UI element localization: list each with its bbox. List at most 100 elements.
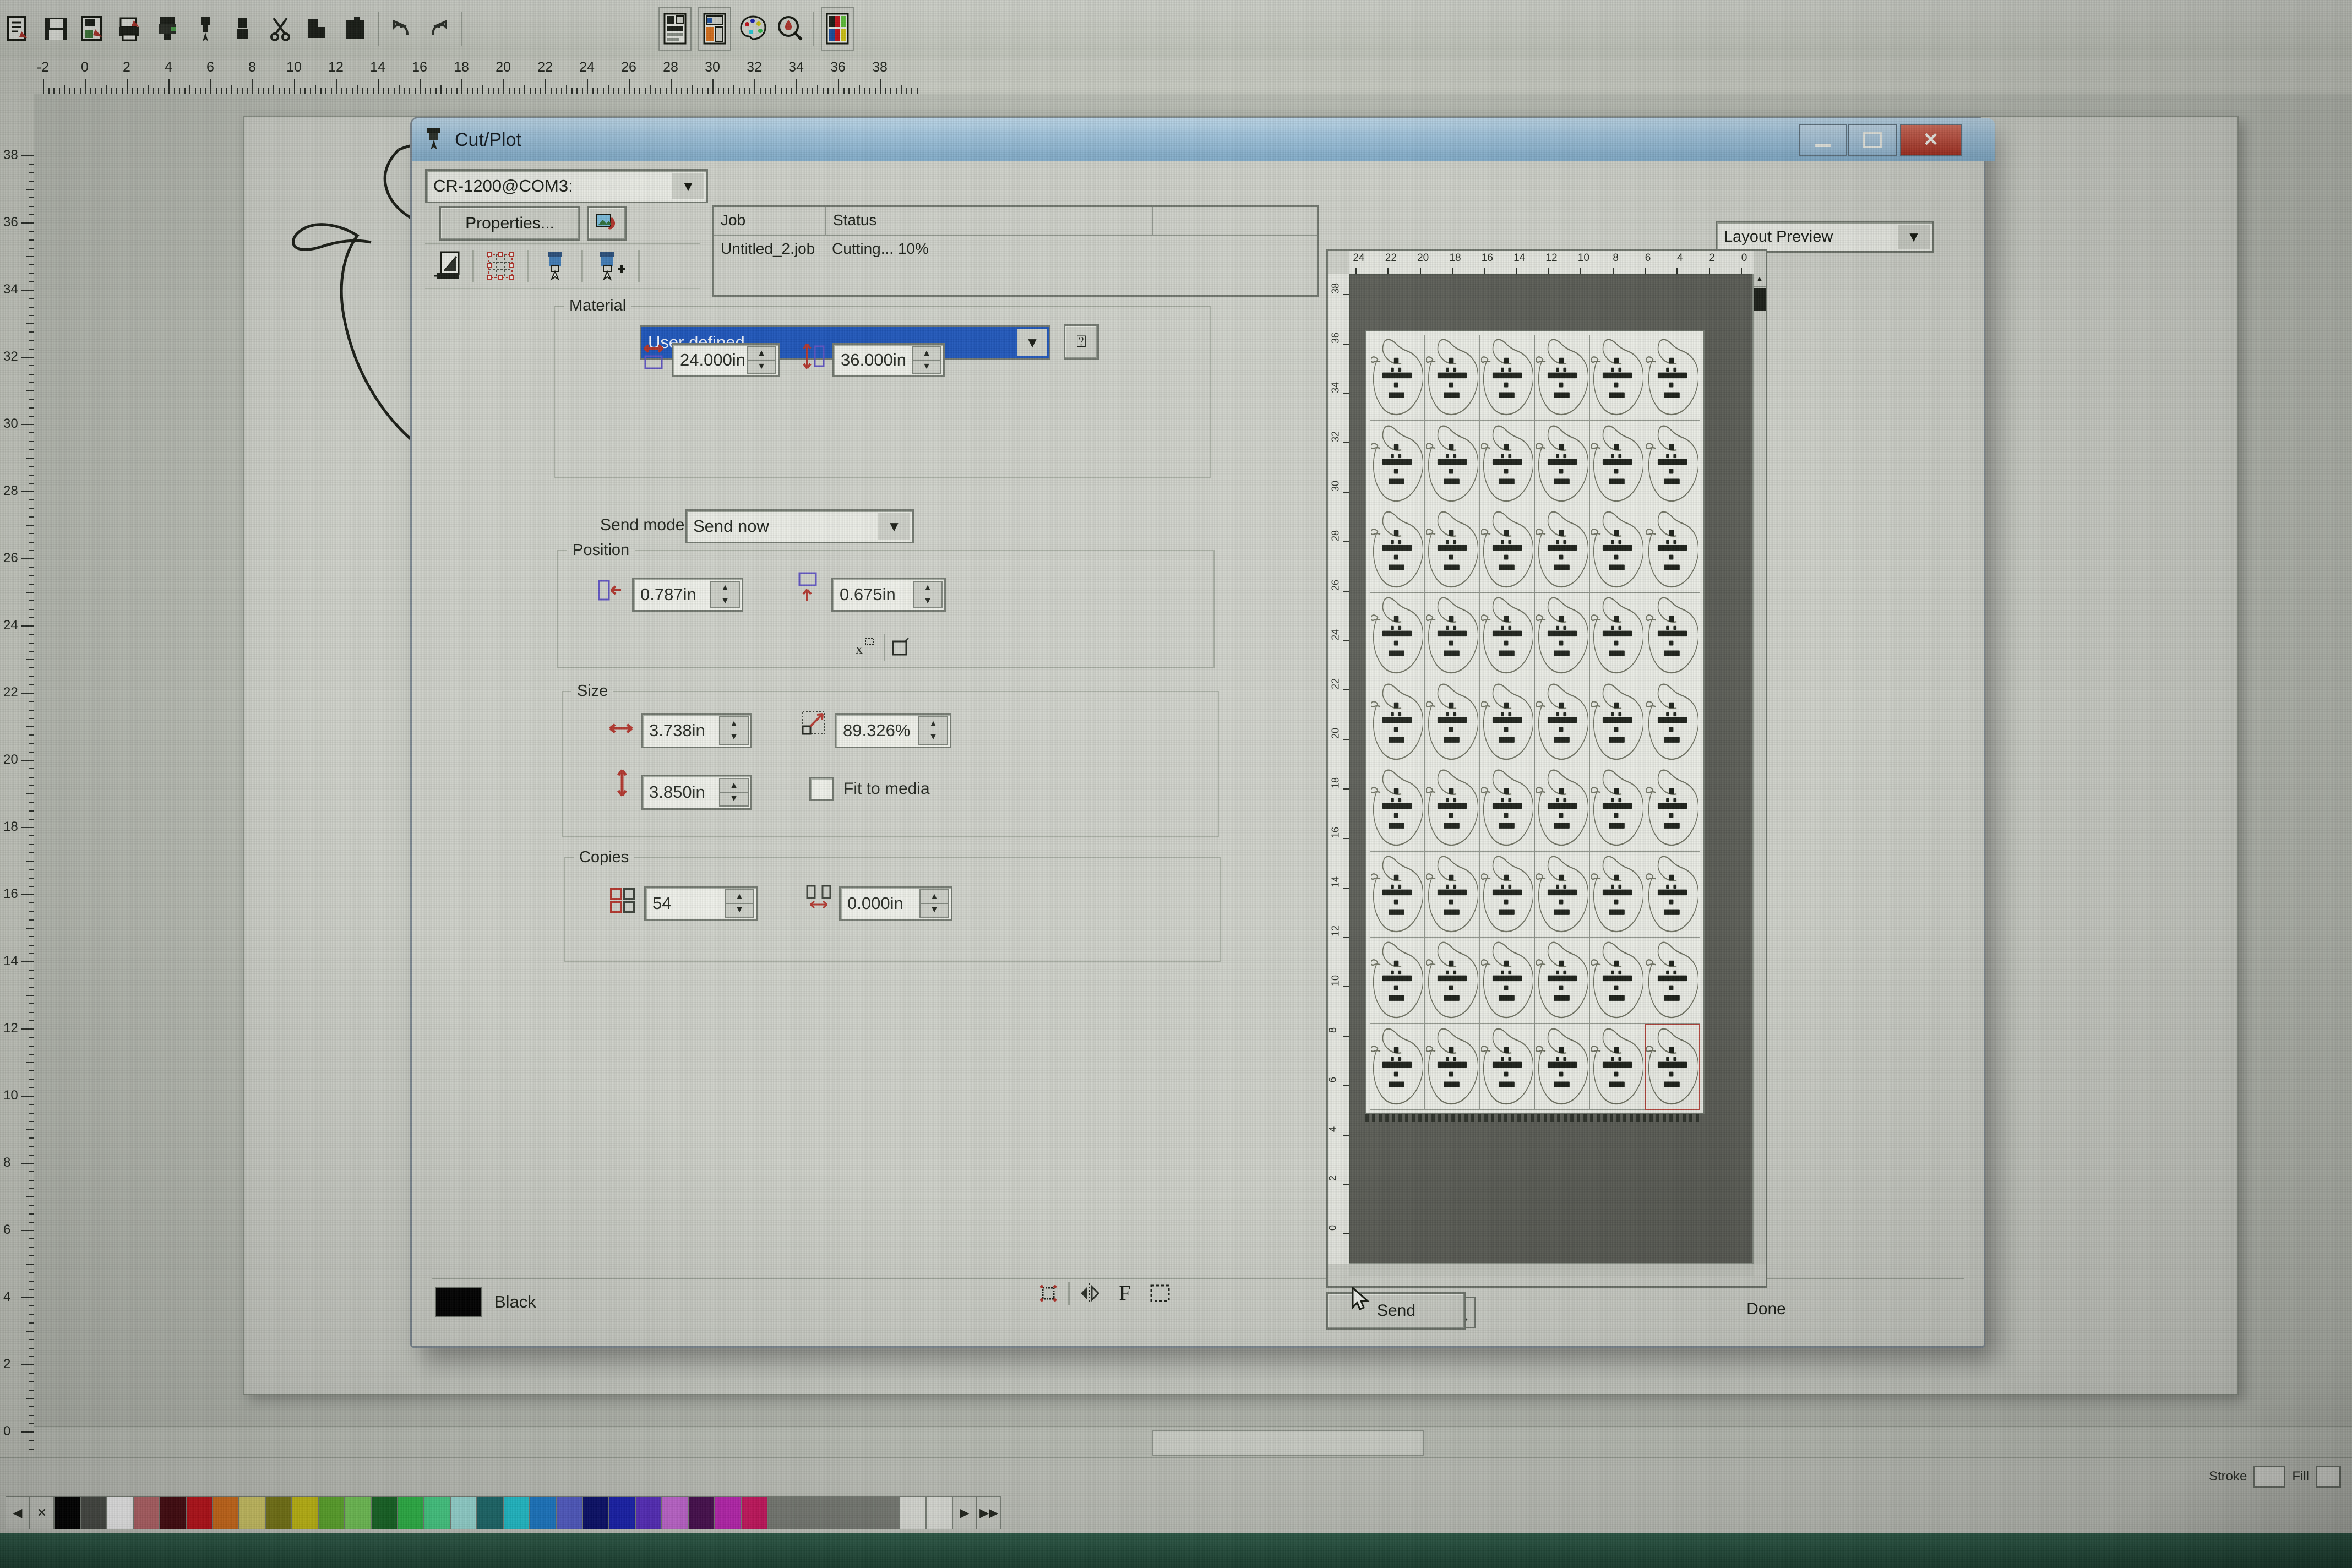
palette-swatch[interactable] <box>662 1496 688 1529</box>
copy-tile[interactable] <box>1645 507 1700 594</box>
palette-swatch[interactable] <box>503 1496 530 1529</box>
align-origin-icon[interactable]: x <box>850 634 881 661</box>
palette-swatch[interactable] <box>160 1496 186 1529</box>
copy-tile[interactable] <box>1480 335 1535 421</box>
copy-tile[interactable] <box>1590 679 1645 766</box>
copy-tile[interactable] <box>1480 765 1535 852</box>
copy-tile[interactable] <box>1425 679 1480 766</box>
new-document-icon[interactable] <box>3 8 34 50</box>
properties-button[interactable]: Properties... <box>439 206 580 241</box>
palette-swatch[interactable] <box>424 1496 450 1529</box>
chevron-down-icon[interactable]: ▼ <box>878 513 910 540</box>
copy-tile[interactable] <box>1645 335 1700 421</box>
copy-tile[interactable] <box>1645 421 1700 507</box>
layout-preview-pane[interactable]: 24 22 20 18 16 14 12 10 8 6 4 2 0 38 36 34 32 30 28 26 24 22… <box>1326 249 1767 1328</box>
palette-swatch[interactable] <box>133 1496 160 1529</box>
device-select[interactable]: CR-1200@COM3: ▼ <box>425 169 708 203</box>
material-height-input[interactable]: 36.000in ▲ ▼ <box>832 343 945 377</box>
size-height-input[interactable]: 3.850in ▲ ▼ <box>641 775 752 810</box>
copy-tile[interactable] <box>1480 679 1535 766</box>
palette-swatch[interactable] <box>80 1496 107 1529</box>
copy-tile[interactable] <box>1590 1023 1645 1110</box>
copy-tile[interactable] <box>1425 1023 1480 1110</box>
copy-tile[interactable] <box>1370 593 1425 679</box>
print-setup-icon[interactable] <box>153 8 184 50</box>
send-mode-select[interactable]: Send now ▼ <box>685 509 914 543</box>
fill-swatch-icon[interactable] <box>2316 1466 2341 1488</box>
palette-swatch[interactable] <box>635 1496 662 1529</box>
material-width-input[interactable]: 24.000in ▲ ▼ <box>672 343 780 377</box>
copy-tile[interactable] <box>1535 765 1590 852</box>
copy-tile[interactable] <box>1645 593 1700 679</box>
palette-swatch[interactable] <box>741 1496 767 1529</box>
done-button[interactable]: Done <box>1698 1292 1834 1326</box>
copy-tile[interactable] <box>1535 593 1590 679</box>
marquee-icon[interactable] <box>1145 1279 1175 1308</box>
paste-icon[interactable] <box>340 8 371 50</box>
copy-spacing-input[interactable]: 0.000in ▲ ▼ <box>839 886 952 921</box>
tab-cut[interactable] <box>529 247 581 285</box>
copy-tile[interactable] <box>1590 851 1645 938</box>
copy-tile[interactable] <box>1370 335 1425 421</box>
nest-icon[interactable] <box>884 634 916 661</box>
palette-swatch[interactable] <box>186 1496 213 1529</box>
copy-tile[interactable] <box>1480 507 1535 594</box>
palette-swatch[interactable] <box>477 1496 503 1529</box>
palette-swatch[interactable] <box>265 1496 292 1529</box>
copy-tile[interactable] <box>1425 938 1480 1024</box>
position-y-stepper[interactable]: ▲ ▼ <box>913 581 943 608</box>
size-height-stepper[interactable]: ▲ ▼ <box>719 778 749 807</box>
undo-icon[interactable] <box>386 8 417 50</box>
layers-icon[interactable] <box>698 7 731 51</box>
copy-tile[interactable] <box>1370 679 1425 766</box>
copy-tile[interactable] <box>1535 679 1590 766</box>
palette-swatch[interactable] <box>450 1496 477 1529</box>
copy-tile[interactable] <box>1425 335 1480 421</box>
copy-tile[interactable] <box>1425 507 1480 594</box>
palette-swatch[interactable] <box>715 1496 741 1529</box>
tab-cut-add[interactable] <box>583 247 638 285</box>
material-help-button[interactable]: ⍰ <box>1064 324 1099 360</box>
palette-swatch[interactable] <box>318 1496 345 1529</box>
palette-swatch[interactable] <box>794 1496 820 1529</box>
copies-count-input[interactable]: 54 ▲ ▼ <box>644 886 758 921</box>
scrollbar-up-icon[interactable]: ▲ <box>1754 274 1766 287</box>
copy-tile[interactable] <box>1370 938 1425 1024</box>
copy-tile[interactable] <box>1370 765 1425 852</box>
scale-stepper[interactable]: ▲ ▼ <box>918 716 948 745</box>
copy-tile[interactable] <box>1645 765 1700 852</box>
material-width-stepper[interactable]: ▲ ▼ <box>747 346 776 374</box>
palette-swatch[interactable] <box>371 1496 398 1529</box>
preview-horizontal-scrollbar[interactable] <box>1349 1263 1754 1276</box>
palette-swatch[interactable] <box>873 1496 900 1529</box>
palette-swatch[interactable] <box>556 1496 582 1529</box>
size-width-stepper[interactable]: ▲ ▼ <box>719 716 749 745</box>
position-x-input[interactable]: 0.787in ▲ ▼ <box>632 578 743 612</box>
scissors-icon[interactable] <box>265 8 296 50</box>
chevron-down-icon[interactable]: ▼ <box>672 173 704 199</box>
copy-tile[interactable] <box>1535 938 1590 1024</box>
preview-canvas[interactable] <box>1350 275 1752 1263</box>
maximize-button[interactable] <box>1848 124 1897 156</box>
close-button[interactable]: ✕ <box>1900 124 1962 156</box>
copy-tile[interactable] <box>1645 679 1700 766</box>
copy-tile[interactable] <box>1370 851 1425 938</box>
copy-tile[interactable] <box>1480 851 1535 938</box>
device-properties-icon-button[interactable] <box>587 206 627 241</box>
fit-to-media-row[interactable]: Fit to media <box>809 777 930 801</box>
job-table[interactable]: Job Status Untitled_2.job Cutting... 10% <box>712 205 1319 297</box>
tab-tiling[interactable] <box>474 247 527 285</box>
palette-swatch[interactable] <box>926 1496 952 1529</box>
copy-tile[interactable] <box>1590 507 1645 594</box>
palette-swatch[interactable] <box>345 1496 371 1529</box>
copy-tile[interactable] <box>1425 851 1480 938</box>
scrollbar-thumb[interactable] <box>1754 288 1766 311</box>
palette-swatch[interactable] <box>213 1496 239 1529</box>
scrollbar-thumb[interactable] <box>1152 1430 1424 1456</box>
palette-next-icon[interactable]: ▶ <box>952 1496 977 1529</box>
chevron-down-icon[interactable]: ▼ <box>1898 225 1930 249</box>
color-palette-icon[interactable] <box>738 8 769 50</box>
material-height-stepper[interactable]: ▲ ▼ <box>912 346 941 374</box>
palette-swatch[interactable] <box>767 1496 794 1529</box>
copy-tile[interactable] <box>1480 593 1535 679</box>
